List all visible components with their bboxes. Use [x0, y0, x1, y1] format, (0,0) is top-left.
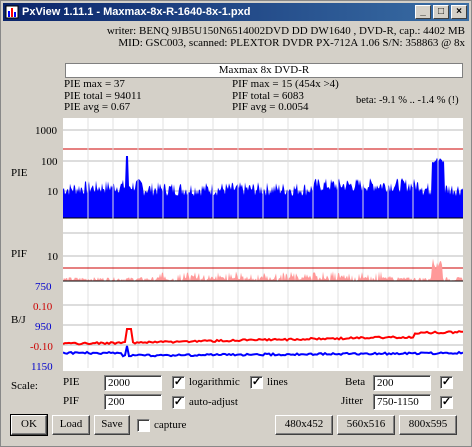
size-800-button[interactable]: 800x595	[399, 415, 457, 435]
pie-scale-input[interactable]: 2000	[104, 375, 162, 391]
pif-scale-input[interactable]: 200	[104, 394, 162, 410]
pif-stats: PIF max = 15 (454x >4) PIF total = 6083 …	[232, 78, 339, 114]
save-button[interactable]: Save	[94, 415, 130, 435]
app-icon	[5, 5, 19, 19]
window-title: PxView 1.11.1 - Maxmax-8x-R-1640-8x-1.px…	[22, 6, 251, 18]
jitter-checkbox[interactable]: ✓	[440, 396, 453, 409]
maximize-button[interactable]: □	[433, 5, 449, 19]
pie-stats: PIE max = 37 PIE total = 94011 PIE avg =…	[64, 78, 142, 114]
pie-tick-10: 10	[47, 186, 58, 198]
writer-info: writer: BENQ 9JB5U150N6514002DVD DD DW16…	[106, 25, 465, 37]
bj-tick-950: 950	[35, 321, 52, 333]
ok-button[interactable]: OK	[10, 414, 48, 436]
pie-axis-label: PIE	[11, 167, 28, 179]
close-button[interactable]: ×	[451, 5, 467, 19]
size-480-button[interactable]: 480x452	[275, 415, 333, 435]
beta-stats: beta: -9.1 % .. -1.4 % (!)	[356, 95, 459, 106]
bj-tick-750: 750	[35, 281, 52, 293]
scan-chart	[62, 118, 464, 368]
disc-name: Maxmax 8x DVD-R	[65, 63, 463, 78]
bj-tick-010: 0.10	[33, 301, 53, 313]
logarithmic-checkbox[interactable]: ✓	[172, 376, 185, 389]
bj-tick-minus010: -0.10	[30, 341, 53, 353]
pie-avg: PIE avg = 0.67	[64, 101, 131, 113]
scale-label: Scale:	[11, 380, 38, 392]
auto-adjust-label: auto-adjust	[189, 396, 238, 408]
title-bar[interactable]: PxView 1.11.1 - Maxmax-8x-R-1640-8x-1.px…	[3, 3, 469, 21]
pif-axis-label: PIF	[11, 248, 27, 260]
size-560-button[interactable]: 560x516	[337, 415, 395, 435]
pie-tick-1000: 1000	[35, 125, 57, 137]
pxview-window: PxView 1.11.1 - Maxmax-8x-R-1640-8x-1.px…	[0, 0, 472, 447]
beta-checkbox[interactable]: ✓	[440, 376, 453, 389]
logarithmic-label: logarithmic	[189, 376, 240, 388]
pif-tick-10: 10	[47, 251, 58, 263]
chart-area	[62, 118, 464, 371]
capture-label: capture	[154, 419, 187, 431]
beta-scale-label: Beta	[345, 376, 366, 388]
pif-scale-label: PIF	[63, 395, 79, 407]
jitter-scale-label: Jitter	[341, 395, 363, 407]
pie-tick-100: 100	[41, 156, 58, 168]
beta-scale-input[interactable]: 200	[373, 375, 431, 391]
jitter-scale-input[interactable]: 750-1150	[373, 394, 431, 410]
pif-avg: PIF avg = 0.0054	[232, 101, 309, 113]
auto-adjust-checkbox[interactable]: ✓	[172, 396, 185, 409]
lines-label: lines	[267, 376, 288, 388]
bj-tick-1150: 1150	[31, 361, 53, 373]
capture-checkbox[interactable]	[137, 419, 150, 432]
mid-info: MID: GSC003, scanned: PLEXTOR DVDR PX-71…	[118, 37, 465, 49]
pie-scale-label: PIE	[63, 376, 80, 388]
pie-max: PIE max = 37	[64, 78, 125, 90]
load-button[interactable]: Load	[52, 415, 90, 435]
bj-axis-label: B/J	[11, 314, 26, 326]
minimize-button[interactable]: _	[415, 5, 431, 19]
lines-checkbox[interactable]: ✓	[250, 376, 263, 389]
pif-max: PIF max = 15 (454x >4)	[232, 78, 339, 90]
